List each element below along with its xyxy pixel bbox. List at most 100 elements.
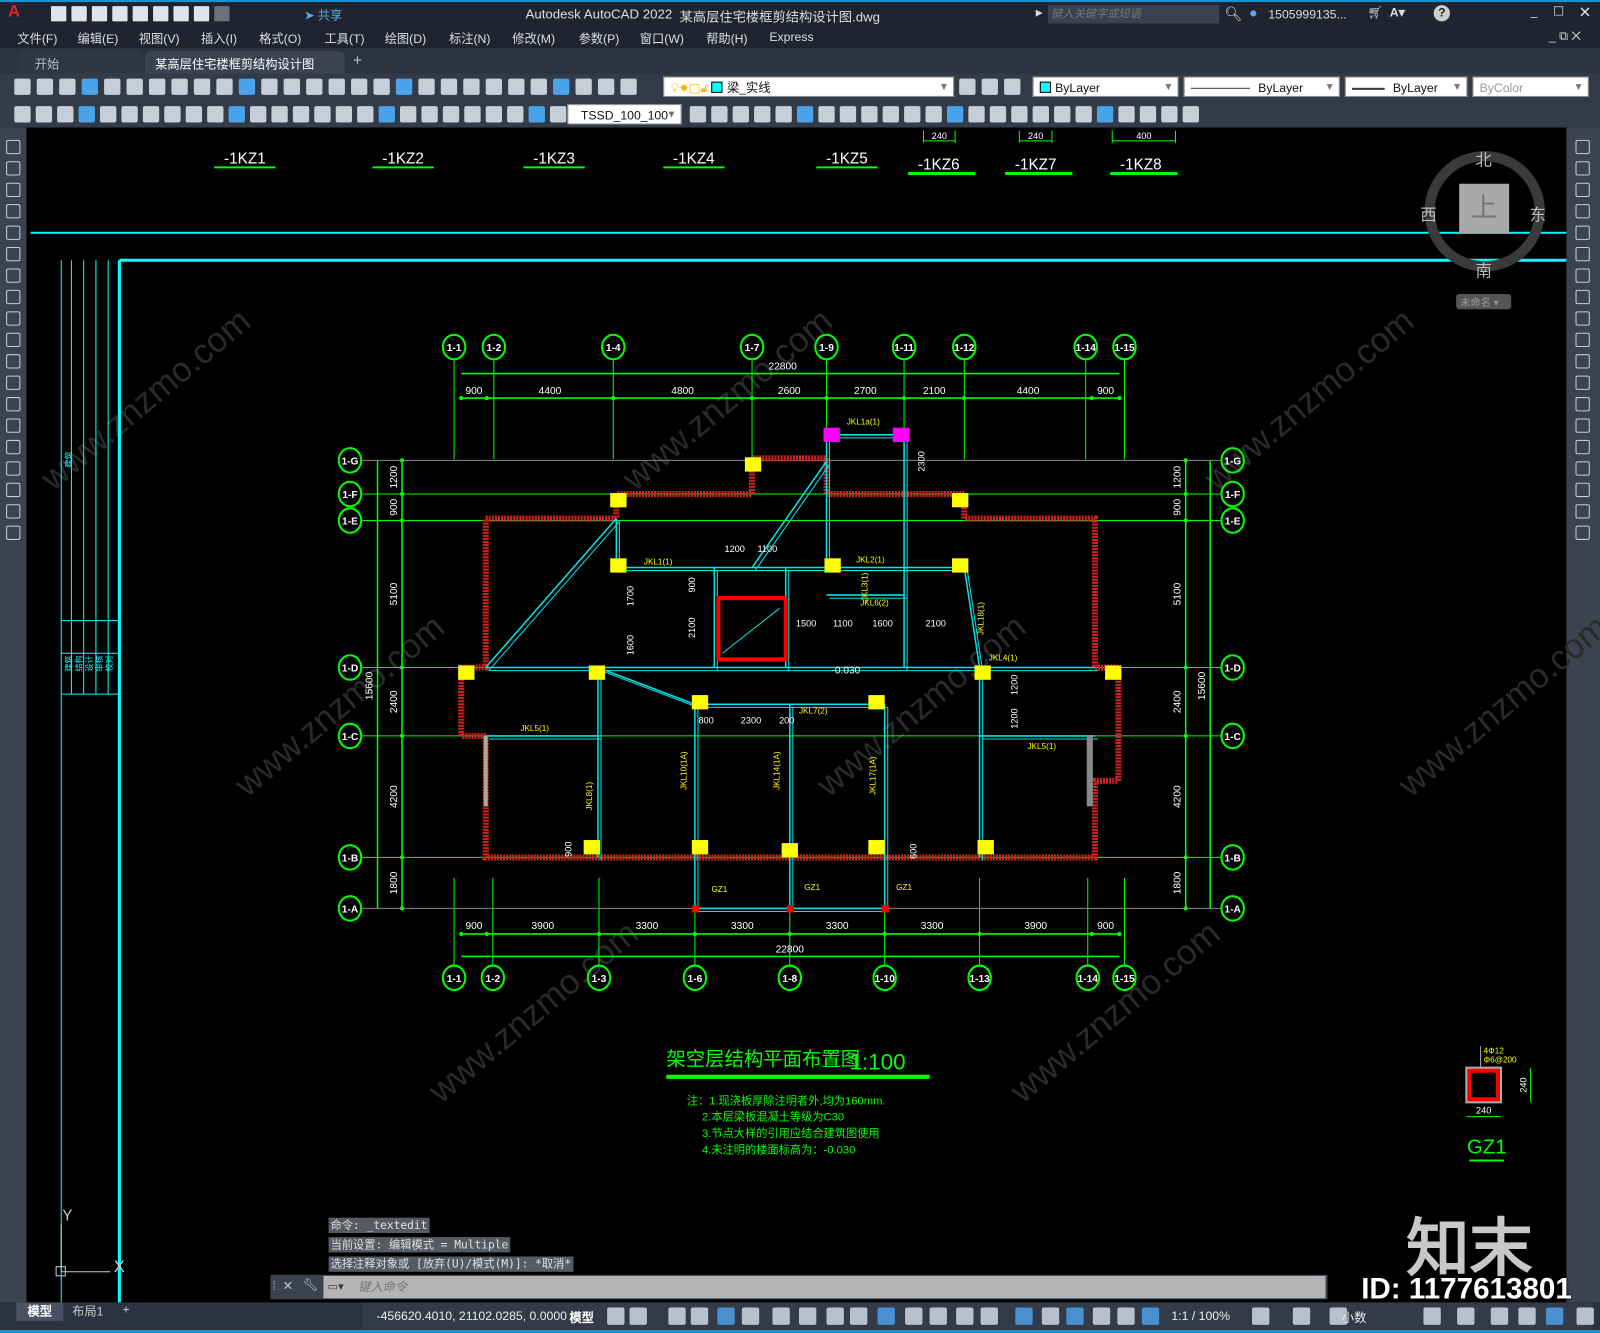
structural-column (691, 695, 709, 710)
status-toggle-icon[interactable] (1117, 1307, 1135, 1325)
layout-tab-model[interactable]: 模型 (16, 1302, 64, 1321)
dimension-tick (1089, 931, 1094, 936)
ucs-dropdown[interactable]: 未命名 ▾ (1456, 293, 1512, 310)
dimension-text: 5100 (389, 582, 400, 605)
status-toggle-icon[interactable] (668, 1307, 686, 1325)
beam-label: JKL7(2) (799, 706, 828, 715)
beam-label: JKL5(1) (520, 724, 549, 733)
beam-label: JKL8(1) (585, 782, 594, 811)
status-toggle-icon[interactable] (905, 1307, 923, 1325)
watermark-text: www.znzmo.com (227, 608, 451, 805)
drawing-title: 架空层结构平面布置图 (666, 1049, 860, 1071)
status-toggle-icon[interactable] (980, 1307, 998, 1325)
status-toggle-icon[interactable] (772, 1307, 790, 1325)
add-layout-button[interactable]: + (122, 1302, 129, 1316)
elevator-shaft-wall (716, 596, 788, 662)
viewcube-south[interactable]: 南 (1475, 257, 1491, 281)
axis-label: 1-14 (1078, 974, 1099, 985)
layout-tab-layout1[interactable]: 布局1 (67, 1302, 108, 1320)
customize-wrench-icon[interactable]: 🔧︎ (303, 1278, 319, 1292)
structural-column (824, 558, 841, 573)
viewcube-north[interactable]: 北 (1475, 146, 1491, 170)
dimension-text: 4200 (389, 785, 400, 808)
dimension-total: 22800 (768, 361, 797, 372)
drawing-svg: www.znzmo.com www.znzmo.com www.znzmo.com w… (30, 130, 1600, 1303)
status-toggle-icon[interactable] (1545, 1307, 1564, 1325)
status-toggle-icon[interactable] (717, 1307, 735, 1325)
command-input[interactable] (323, 1275, 1326, 1299)
status-toggle-icon[interactable] (1292, 1307, 1311, 1325)
viewcube-east[interactable]: 东 (1530, 201, 1546, 225)
beam-label: JKL1(1) (644, 557, 673, 566)
viewcube-top-face[interactable]: 上 (1459, 183, 1510, 234)
axis-label: 1-1 (447, 974, 462, 985)
status-toggle-icon[interactable] (877, 1307, 895, 1325)
status-toggle-icon[interactable] (1092, 1307, 1111, 1325)
status-toggle-icon[interactable] (741, 1307, 760, 1325)
status-toggle-icon[interactable] (956, 1307, 974, 1325)
drawing-scale: 1:100 (849, 1050, 905, 1075)
grip-handle[interactable]: ⁞ (272, 1279, 275, 1293)
annotation-scale[interactable]: 1:1 / 100% (1171, 1309, 1230, 1323)
dimension-text: 900 (687, 577, 697, 592)
status-toggle-icon[interactable] (1457, 1307, 1475, 1325)
beam-line (597, 666, 696, 705)
gz-column (881, 905, 889, 913)
axis-label: 1-C (342, 732, 359, 743)
axis-label: 1-E (1225, 517, 1241, 528)
layout-tab-label: 布局1 (72, 1304, 104, 1319)
command-prompt-icon[interactable]: ▭▾ (328, 1280, 344, 1293)
status-toggle-icon[interactable] (798, 1307, 817, 1325)
status-toggle-icon[interactable] (1518, 1307, 1536, 1325)
status-toggle-icon[interactable] (1576, 1307, 1594, 1325)
dimension-tick (962, 396, 967, 401)
drawing-note: 3.节点大样的引用应结合建筑图使用 (702, 1126, 880, 1140)
status-toggle-icon[interactable] (1015, 1307, 1033, 1325)
status-toggle-icon[interactable] (1141, 1307, 1160, 1325)
axis-label: 1-2 (485, 974, 500, 985)
dimension-text: 900 (1097, 386, 1114, 397)
status-toggle-icon[interactable] (629, 1307, 647, 1325)
axis-label: 1-D (342, 664, 358, 675)
status-toggle-icon[interactable] (1423, 1307, 1441, 1325)
dimension-tick (399, 458, 405, 463)
model-space-button[interactable]: 模型 (569, 1309, 594, 1326)
status-toggle-icon[interactable] (1041, 1307, 1060, 1325)
units-dropdown[interactable]: 小数 (1342, 1309, 1367, 1326)
dimension-tick (399, 518, 405, 523)
coordinates-readout[interactable]: -456620.4010, 21102.0285, 0.0000 (377, 1309, 567, 1323)
dimension-tick (1089, 396, 1094, 401)
status-toggle-icon[interactable] (1252, 1307, 1270, 1325)
axis-label: 1-A (1224, 905, 1241, 916)
axis-label: 1-8 (782, 974, 797, 985)
watermark-text: www.znzmo.com (421, 914, 645, 1111)
dimension-text: 900 (1173, 498, 1184, 515)
dimension-text: 3300 (731, 921, 754, 932)
dimension-text: 200 (779, 716, 794, 726)
dimension-text: 1200 (724, 544, 744, 554)
status-toggle-icon[interactable] (1066, 1307, 1084, 1325)
axis-label: 1-15 (1114, 974, 1135, 985)
status-toggle-icon[interactable] (1490, 1307, 1509, 1325)
dimension-tick (1183, 458, 1188, 463)
watermark-text: www.znzmo.com (1390, 608, 1599, 805)
dimension-tick (1183, 665, 1188, 670)
close-command-icon[interactable]: ✕ (283, 1279, 293, 1293)
ucs-name: 未命名 (1460, 298, 1491, 310)
viewcube-west[interactable]: 西 (1420, 201, 1436, 225)
status-toggle-icon[interactable] (607, 1307, 625, 1325)
dimension-text: 2300 (741, 716, 761, 726)
status-toggle-icon[interactable] (929, 1307, 947, 1325)
status-toggle-icon[interactable] (826, 1307, 844, 1325)
dimension-text: 2400 (1173, 690, 1184, 713)
dimension-tick (1117, 931, 1122, 936)
dimension-tick (484, 396, 489, 401)
dimension-tick (399, 665, 405, 670)
dimension-text: 240 (1519, 1077, 1529, 1092)
status-toggle-icon[interactable] (849, 1307, 868, 1325)
dimension-text: 2400 (389, 690, 400, 713)
axis-label: 1-G (1224, 456, 1241, 467)
column-schedule-label: -1KZ6 (918, 156, 960, 173)
drawing-note: 4.未注明的楼面标高为：-0.030 (702, 1142, 855, 1156)
status-toggle-icon[interactable] (690, 1307, 709, 1325)
